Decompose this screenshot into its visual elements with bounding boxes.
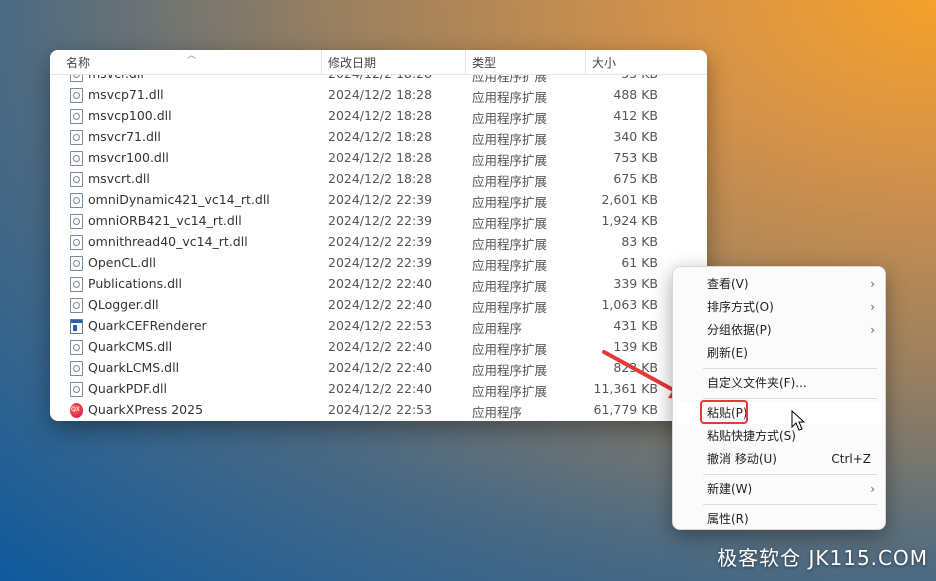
menu-item-customize-folder[interactable]: 自定义文件夹(F)... <box>677 372 881 394</box>
context-menu: 查看(V) › 排序方式(O) › 分组依据(P) › 刷新(E) 自定义文件夹(F)… <box>672 266 886 530</box>
column-size[interactable]: 大小 <box>586 50 666 74</box>
menu-item-refresh[interactable]: 刷新(E) <box>677 342 881 364</box>
menu-separator <box>703 398 877 399</box>
menu-separator <box>703 504 877 505</box>
column-date[interactable]: 修改日期 <box>322 50 466 74</box>
column-header: ︿ 名称 修改日期 类型 大小 <box>50 50 707 75</box>
column-type[interactable]: 类型 <box>466 50 586 74</box>
column-name[interactable]: 名称 <box>60 50 322 74</box>
chevron-right-icon: › <box>870 482 875 496</box>
menu-item-properties[interactable]: 属性(R) <box>677 508 881 530</box>
menu-separator <box>703 474 877 475</box>
menu-item-paste-shortcut[interactable]: 粘贴快捷方式(S) <box>677 425 881 447</box>
watermark: 极客软仓 JK115.COM <box>717 546 928 570</box>
menu-item-new[interactable]: 新建(W) › <box>677 478 881 500</box>
paste-highlight-box <box>700 400 748 424</box>
menu-item-group-by[interactable]: 分组依据(P) › <box>677 319 881 341</box>
menu-item-undo-move[interactable]: 撤消 移动(U) Ctrl+Z <box>677 448 881 470</box>
mouse-cursor-icon <box>791 410 806 431</box>
chevron-right-icon: › <box>870 323 875 337</box>
menu-item-view[interactable]: 查看(V) › <box>677 273 881 295</box>
chevron-right-icon: › <box>870 277 875 291</box>
menu-separator <box>703 368 877 369</box>
menu-item-sort-by[interactable]: 排序方式(O) › <box>677 296 881 318</box>
chevron-right-icon: › <box>870 300 875 314</box>
